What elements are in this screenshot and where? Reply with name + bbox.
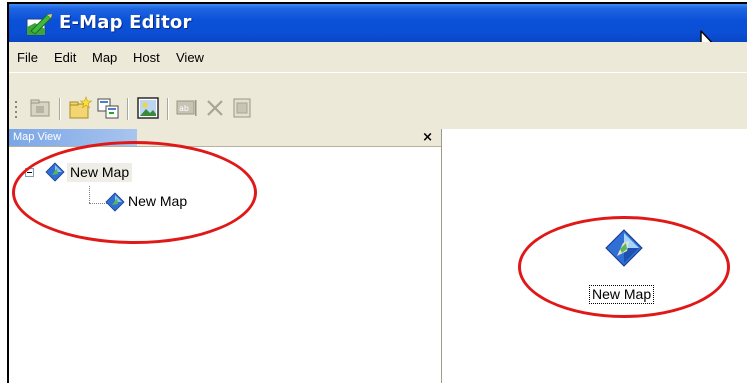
map-view-header: Map View × xyxy=(9,129,441,147)
map-view-panel: Map View × New Map New Map xyxy=(9,129,442,383)
menu-edit[interactable]: Edit xyxy=(54,50,76,65)
toolbar-grip[interactable] xyxy=(14,100,18,122)
toolbar-separator xyxy=(59,98,61,120)
properties-icon[interactable] xyxy=(229,95,255,121)
menu-map[interactable]: Map xyxy=(92,50,117,65)
app-icon xyxy=(25,13,53,37)
application-window: E-Map Editor File Edit Map Host View xyxy=(7,2,747,383)
tree-node-child[interactable]: New Map xyxy=(125,192,190,211)
new-map-icon[interactable] xyxy=(67,95,93,121)
menu-host[interactable]: Host xyxy=(133,50,160,65)
tree-connector xyxy=(89,186,90,203)
tree-collapse-toggle[interactable] xyxy=(25,168,34,177)
menu-file[interactable]: File xyxy=(17,50,38,65)
svg-text:ab: ab xyxy=(179,104,189,113)
map-node-icon xyxy=(105,192,125,212)
rename-icon[interactable]: ab xyxy=(175,95,201,121)
menu-view[interactable]: View xyxy=(176,50,204,65)
map-canvas[interactable]: New Map xyxy=(442,129,747,383)
toolbar-separator xyxy=(127,98,129,120)
copy-icon[interactable] xyxy=(95,95,121,121)
toolbar-separator xyxy=(167,98,169,120)
toolbar: ab xyxy=(9,72,747,130)
open-folder-icon[interactable] xyxy=(27,95,53,121)
map-view-title: Map View xyxy=(9,129,137,146)
tree-node-root[interactable]: New Map xyxy=(67,163,132,182)
window-title: E-Map Editor xyxy=(59,12,192,33)
map-view-close-button[interactable]: × xyxy=(422,129,433,146)
menu-bar: File Edit Map Host View xyxy=(9,42,747,72)
title-bar[interactable]: E-Map Editor xyxy=(9,4,747,42)
delete-icon[interactable] xyxy=(202,95,228,121)
map-node-icon xyxy=(45,162,65,182)
image-icon[interactable] xyxy=(135,95,161,121)
map-object-label[interactable]: New Map xyxy=(589,285,654,304)
map-diamond-icon[interactable] xyxy=(605,229,643,267)
